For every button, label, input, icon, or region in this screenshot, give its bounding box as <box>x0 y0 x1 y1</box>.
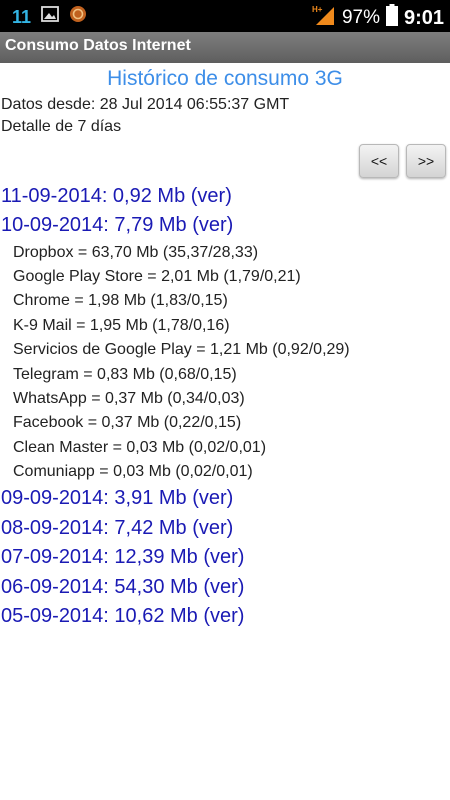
notification-count: 11 <box>12 6 32 27</box>
prev-button[interactable]: << <box>359 144 399 178</box>
battery-icon <box>385 4 398 31</box>
day-entry[interactable]: 11-09-2014: 0,92 Mb (ver) <box>1 185 232 208</box>
detail-days-text: Detalle de 7 días <box>1 118 122 135</box>
day-entry[interactable]: 07-09-2014: 12,39 Mb (ver) <box>1 546 244 569</box>
clock: 9:01 <box>403 6 444 29</box>
app-usage-item: Chrome = 1,98 Mb (1,83/0,15) <box>13 292 228 309</box>
app-usage-item: Servicios de Google Play = 1,21 Mb (0,92… <box>13 341 350 358</box>
svg-text:H+: H+ <box>312 5 323 14</box>
app-usage-item: Comuniapp = 0,03 Mb (0,02/0,01) <box>13 463 253 480</box>
battery-percent: 97% <box>341 6 380 28</box>
status-bar: 11 H+ 97% 9:01 <box>0 0 450 32</box>
app-usage-item: K-9 Mail = 1,95 Mb (1,78/0,16) <box>13 317 230 334</box>
day-entry[interactable]: 10-09-2014: 7,79 Mb (ver) <box>1 214 233 237</box>
network-hplus-icon: H+ <box>312 4 336 31</box>
page-heading: Histórico de consumo 3G <box>107 67 343 90</box>
app-usage-item: Clean Master = 0,03 Mb (0,02/0,01) <box>13 439 267 456</box>
app-usage-item: WhatsApp = 0,37 Mb (0,34/0,03) <box>13 390 245 407</box>
day-entry[interactable]: 06-09-2014: 54,30 Mb (ver) <box>1 576 244 599</box>
day-entry[interactable]: 09-09-2014: 3,91 Mb (ver) <box>1 487 233 510</box>
circle-app-icon <box>69 5 87 28</box>
next-button[interactable]: >> <box>406 144 446 178</box>
app-usage-item: Telegram = 0,83 Mb (0,68/0,15) <box>13 366 237 383</box>
app-title-bar: Consumo Datos Internet <box>0 32 450 63</box>
data-since-text: Datos desde: 28 Jul 2014 06:55:37 GMT <box>1 96 290 113</box>
app-usage-item: Dropbox = 63,70 Mb (35,37/28,33) <box>13 244 259 261</box>
app-usage-item: Google Play Store = 2,01 Mb (1,79/0,21) <box>13 268 301 285</box>
image-icon <box>41 6 59 27</box>
app-usage-item: Facebook = 0,37 Mb (0,22/0,15) <box>13 414 242 431</box>
app-title: Consumo Datos Internet <box>5 37 191 54</box>
main-content: Histórico de consumo 3G Datos desde: 28 … <box>0 63 450 800</box>
day-entry[interactable]: 05-09-2014: 10,62 Mb (ver) <box>1 605 244 628</box>
day-entry[interactable]: 08-09-2014: 7,42 Mb (ver) <box>1 517 233 540</box>
